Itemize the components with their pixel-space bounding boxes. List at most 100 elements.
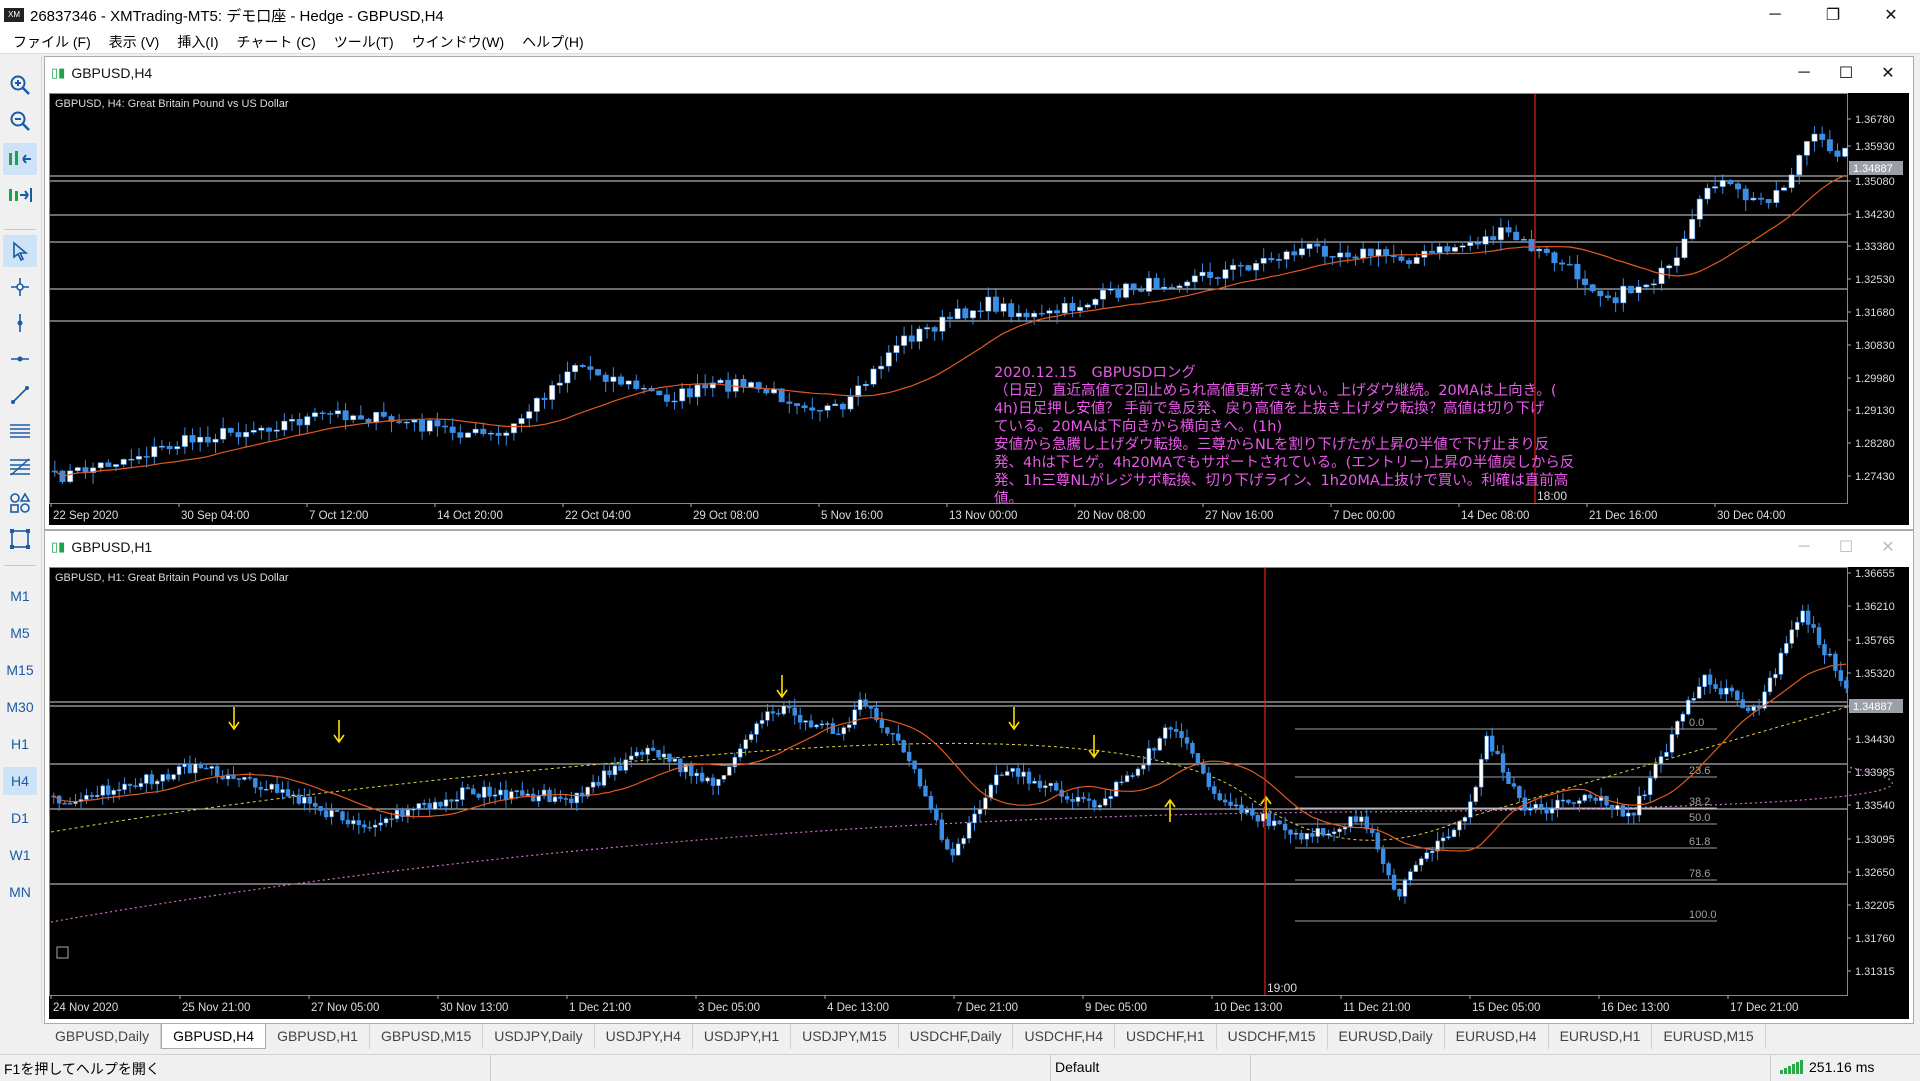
candle-body (411, 419, 418, 423)
chart-tab[interactable]: USDJPY,H1 (693, 1024, 792, 1049)
chart-minimize-button[interactable]: ─ (1783, 57, 1825, 89)
candle-body (1484, 735, 1489, 760)
chart-tab[interactable]: USDCHF,Daily (899, 1024, 1014, 1049)
y-tick-label: 1.34430 (1855, 734, 1895, 746)
fibonacci-level-label: 78.6 (1689, 868, 1710, 880)
y-tick-label: 1.31680 (1855, 307, 1895, 319)
chart-window-h1[interactable]: ▯▮ GBPUSD,H1 ─ ☐ ✕ 1.36655 1.36210 1.35765… (44, 530, 1914, 1024)
chart-tab[interactable]: USDCHF,M15 (1217, 1024, 1328, 1049)
candle-body (472, 428, 479, 434)
x-tick-label: 4 Dec 13:00 (827, 1002, 889, 1014)
restore-button[interactable]: ❐ (1804, 0, 1862, 30)
vertical-line-icon[interactable] (3, 307, 37, 339)
chart-tab[interactable]: EURUSD,M15 (1652, 1024, 1766, 1049)
x-tick-label: 25 Nov 21:00 (182, 1002, 250, 1014)
trendline-icon[interactable] (3, 379, 37, 411)
price-chart-h1[interactable]: 1.366551.362101.357651.353201.348751.344… (49, 567, 1909, 1019)
candle-body (1353, 816, 1359, 822)
timeframe-m1[interactable]: M1 (3, 582, 37, 610)
candle-body (67, 802, 73, 805)
x-tick-label: 17 Dec 21:00 (1730, 1002, 1798, 1014)
chart-maximize-button[interactable]: ☐ (1825, 57, 1867, 89)
menu-help[interactable]: ヘルプ(H) (513, 31, 592, 53)
chart-tab[interactable]: USDCHF,H1 (1115, 1024, 1217, 1049)
menu-view[interactable]: 表示 (V) (100, 31, 169, 53)
timeframe-h1[interactable]: H1 (3, 730, 37, 758)
timeframe-h4[interactable]: H4 (3, 767, 37, 795)
chart-tab[interactable]: USDCHF,H4 (1013, 1024, 1116, 1049)
candle-body (1582, 278, 1589, 285)
candle-body (1306, 243, 1313, 249)
chart-tab[interactable]: GBPUSD,H1 (266, 1024, 370, 1049)
cursor-icon[interactable] (3, 235, 37, 267)
y-tick-label: 1.36655 (1855, 568, 1895, 580)
candle-body (74, 467, 81, 472)
connection-status[interactable]: 251.16 ms (1780, 1059, 1874, 1075)
chart-tab[interactable]: EURUSD,H1 (1549, 1024, 1653, 1049)
timeframe-mn[interactable]: MN (3, 878, 37, 906)
zoom-out-icon[interactable] (3, 105, 37, 137)
menu-insert[interactable]: 挿入(I) (168, 31, 227, 53)
candle-body (590, 781, 596, 788)
price-chart-h4[interactable]: 1.36780 1.35930 1.35080 1.34230 1.33380 1.325… (49, 93, 1909, 525)
cursor-time-label: 18:00 (1537, 489, 1567, 503)
menu-chart[interactable]: チャート (C) (228, 31, 325, 53)
shapes-icon[interactable] (3, 487, 37, 519)
chart-close-button[interactable]: ✕ (1867, 531, 1909, 563)
chart-tab[interactable]: GBPUSD,M15 (370, 1024, 484, 1049)
menu-window[interactable]: ウインドウ(W) (403, 31, 514, 53)
menu-file[interactable]: ファイル (F) (4, 31, 100, 53)
auto-scroll-icon[interactable] (3, 179, 37, 211)
crosshair-icon[interactable] (3, 271, 37, 303)
chart-shift-icon[interactable] (3, 143, 37, 175)
candle-body (530, 793, 536, 802)
candle-body (1288, 829, 1293, 835)
candle-body (939, 316, 946, 332)
analysis-note-line: 2020.12.15 GBPUSDロング (994, 364, 1196, 381)
candle-body (454, 799, 460, 802)
menu-tools[interactable]: ツール(T) (325, 31, 403, 53)
candle-body (1497, 227, 1504, 241)
candle-body (313, 802, 318, 807)
candle-body (885, 352, 892, 367)
timeframe-m15[interactable]: M15 (3, 656, 37, 684)
chart-tab[interactable]: EURUSD,H4 (1445, 1024, 1549, 1049)
chart-tab[interactable]: GBPUSD,Daily (44, 1024, 162, 1049)
candle-body (120, 459, 127, 465)
candle-body (340, 811, 345, 821)
zoom-in-icon[interactable] (3, 69, 37, 101)
candle-body (1103, 798, 1108, 806)
timeframe-m5[interactable]: M5 (3, 619, 37, 647)
candle-body (1826, 139, 1833, 152)
chart-minimize-button[interactable]: ─ (1783, 531, 1825, 563)
candle-body (471, 788, 476, 795)
chart-tab[interactable]: USDJPY,H4 (595, 1024, 693, 1049)
chart-tab[interactable]: EURUSD,Daily (1328, 1024, 1445, 1049)
timeframe-d1[interactable]: D1 (3, 804, 37, 832)
chart-tab[interactable]: USDJPY,Daily (483, 1024, 595, 1049)
channel-icon[interactable] (3, 415, 37, 447)
close-button[interactable]: ✕ (1862, 0, 1920, 30)
fibonacci-level-label: 38.2 (1689, 796, 1710, 808)
candle-body (487, 432, 494, 435)
candle-body (1819, 133, 1826, 140)
candle-body (1543, 248, 1550, 253)
candle-body (1473, 786, 1478, 802)
timeframe-w1[interactable]: W1 (3, 841, 37, 869)
timeframe-m30[interactable]: M30 (3, 693, 37, 721)
candle-body (1451, 246, 1458, 252)
candle-body (645, 747, 650, 755)
candle-body (612, 765, 618, 776)
minimize-button[interactable]: ─ (1746, 0, 1804, 30)
candle-body (1704, 187, 1711, 200)
chart-window-h4[interactable]: ▯▮ GBPUSD,H4 ─ ☐ ✕ 1.36780 1.35930 1.35080… (44, 56, 1914, 530)
chart-maximize-button[interactable]: ☐ (1825, 531, 1867, 563)
fibonacci-icon[interactable] (3, 451, 37, 483)
candle-body (480, 428, 487, 435)
chart-tab[interactable]: GBPUSD,H4 (161, 1024, 267, 1049)
object-icon[interactable] (3, 523, 37, 555)
chart-tab[interactable]: USDJPY,M15 (791, 1024, 899, 1049)
horizontal-line-icon[interactable] (3, 343, 37, 375)
candle-body (1348, 816, 1353, 828)
chart-close-button[interactable]: ✕ (1867, 57, 1909, 89)
